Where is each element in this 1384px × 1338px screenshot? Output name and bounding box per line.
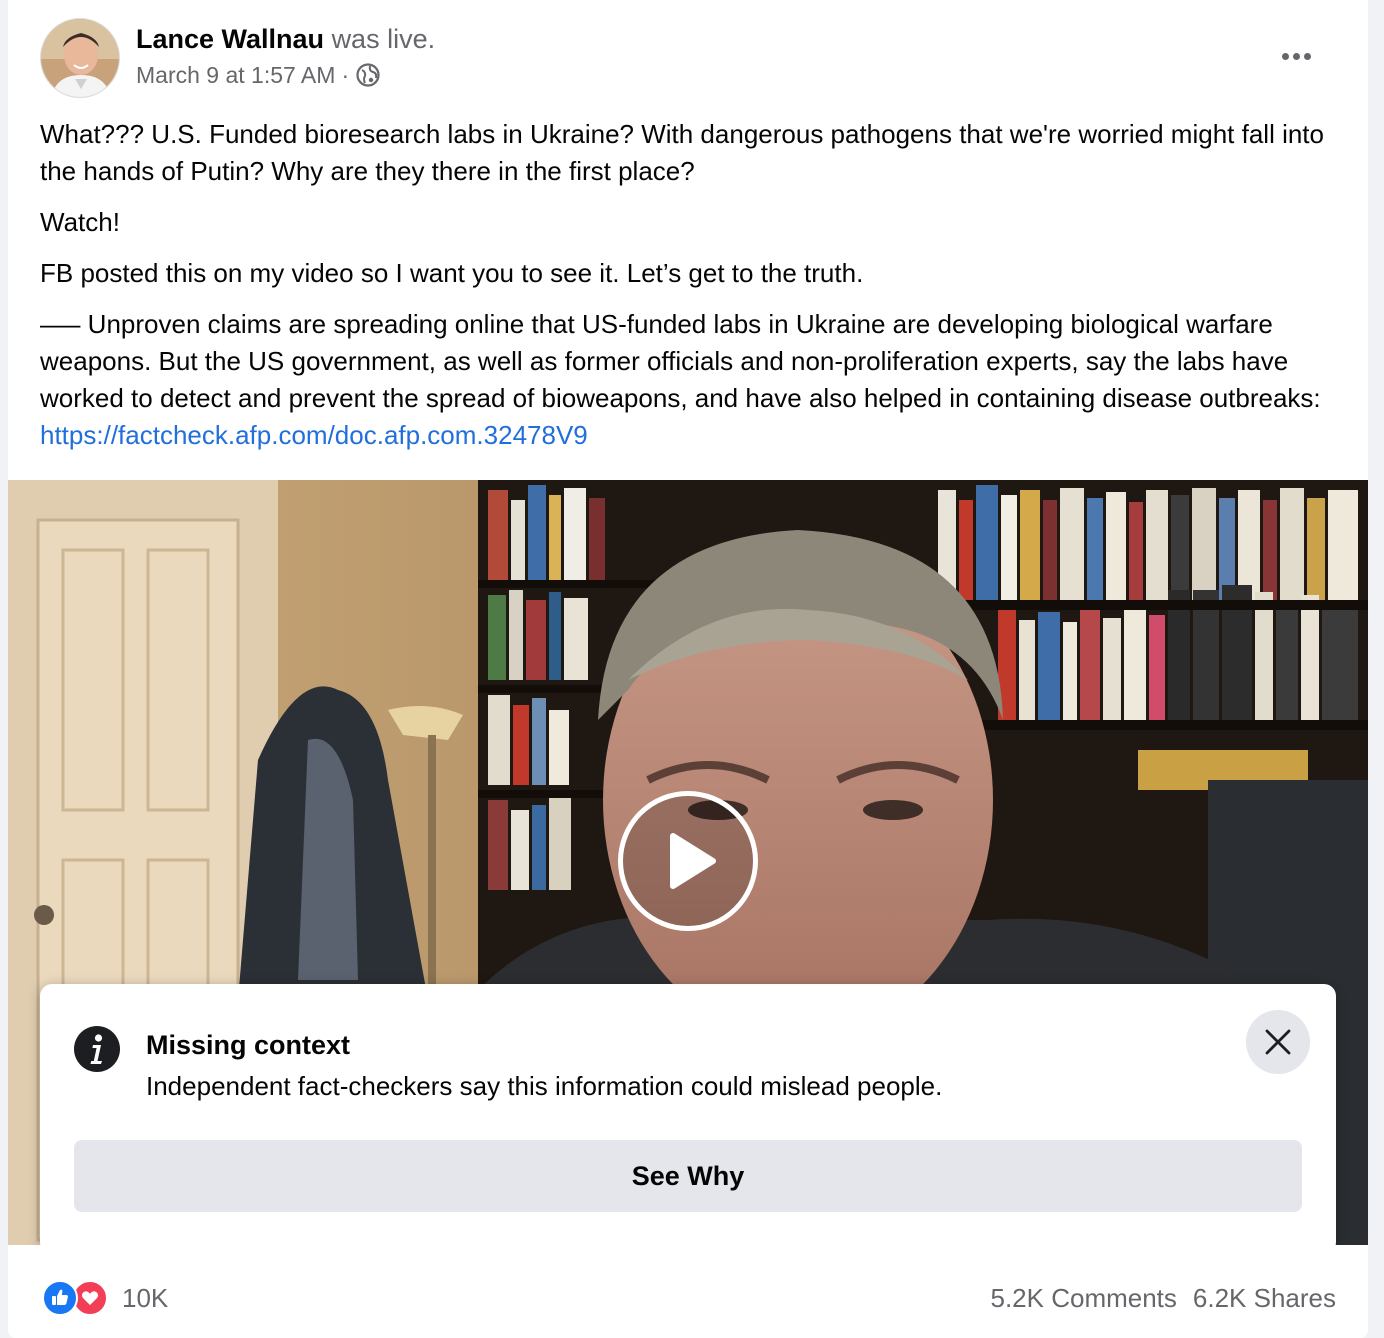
reaction-count: 10K <box>122 1283 169 1313</box>
post-message: What??? U.S. Funded bioresearch labs in … <box>40 116 1340 468</box>
post-paragraph-4: —– Unproven claims are spreading online … <box>40 306 1340 454</box>
info-icon <box>74 1026 120 1072</box>
play-button[interactable] <box>618 791 758 931</box>
more-options-button[interactable] <box>1268 36 1324 76</box>
post-footer: 10K 5.2K Comments 6.2K Shares <box>40 1278 1336 1318</box>
fact-check-title: Missing context <box>146 1030 351 1060</box>
author-line: Lance Wallnau was live. <box>136 22 435 56</box>
play-icon <box>670 833 716 889</box>
engagement-stats: 5.2K Comments 6.2K Shares <box>991 1278 1337 1318</box>
close-fact-check-button[interactable] <box>1246 1010 1310 1074</box>
comments-count[interactable]: 5.2K Comments <box>991 1278 1177 1318</box>
post-paragraph-3: FB posted this on my video so I want you… <box>40 258 864 288</box>
post-header: Lance Wallnau was live. March 9 at 1:57 … <box>40 18 1336 100</box>
post-paragraph-1: What??? U.S. Funded bioresearch labs in … <box>40 119 1324 186</box>
post-timestamp[interactable]: March 9 at 1:57 AM <box>136 60 335 90</box>
reactions-summary[interactable]: 10K <box>42 1278 168 1318</box>
post-card: Lance Wallnau was live. March 9 at 1:57 … <box>8 0 1368 1338</box>
meta-separator: · <box>341 62 350 88</box>
close-icon <box>1265 1029 1291 1055</box>
author-status: was live. <box>331 24 436 54</box>
globe-icon <box>355 62 381 88</box>
more-dots-icon <box>1281 52 1311 60</box>
video-player[interactable]: Missing context Independent fact-checker… <box>8 480 1368 1245</box>
fact-check-overlay: Missing context Independent fact-checker… <box>40 984 1336 1245</box>
fact-check-description: Independent fact-checkers say this infor… <box>146 1071 943 1101</box>
see-why-button[interactable]: See Why <box>74 1140 1302 1212</box>
author-avatar[interactable] <box>40 18 120 98</box>
like-icon <box>42 1280 78 1316</box>
post-meta: March 9 at 1:57 AM · <box>136 60 381 90</box>
shares-count[interactable]: 6.2K Shares <box>1193 1278 1336 1318</box>
factcheck-link[interactable]: https://factcheck.afp.com/doc.afp.com.32… <box>40 420 588 450</box>
author-name[interactable]: Lance Wallnau <box>136 24 324 54</box>
fact-check-quote: —– Unproven claims are spreading online … <box>40 309 1321 413</box>
post-paragraph-2: Watch! <box>40 207 120 237</box>
